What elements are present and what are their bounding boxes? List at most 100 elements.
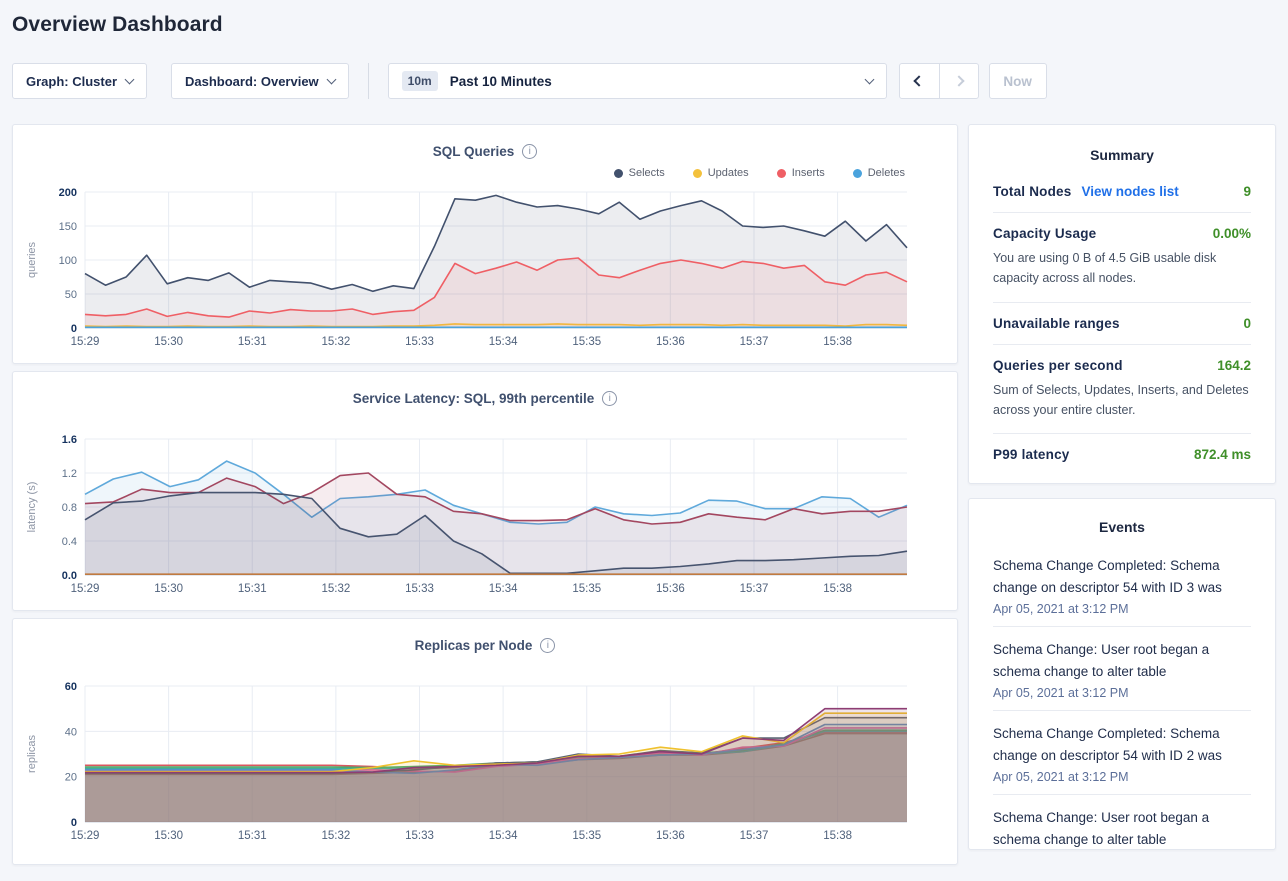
summary-row-queries-per-second: Queries per second 164.2 Sum of Selects,… <box>993 345 1251 435</box>
events-panel: Events Schema Change Completed: Schema c… <box>968 498 1276 850</box>
svg-text:0: 0 <box>71 817 77 829</box>
svg-text:40: 40 <box>65 726 77 738</box>
summary-note: Sum of Selects, Updates, Inserts, and De… <box>993 380 1251 421</box>
svg-text:15:38: 15:38 <box>823 336 852 348</box>
svg-text:15:32: 15:32 <box>321 336 350 348</box>
time-window-label: Past 10 Minutes <box>450 74 552 89</box>
svg-text:150: 150 <box>59 221 77 233</box>
time-pager <box>899 63 979 99</box>
graph-dropdown-label: Graph: Cluster <box>26 74 117 89</box>
info-icon[interactable] <box>522 144 537 159</box>
chart-header: SQL Queries <box>23 139 947 163</box>
replicas-per-node-chart-body: 15:2915:3015:3115:3215:3315:3415:3515:36… <box>23 678 947 850</box>
chart-header: Service Latency: SQL, 99th percentile <box>23 386 947 410</box>
dashboard-dropdown-label: Dashboard: Overview <box>185 74 319 89</box>
event-text: Schema Change: User root began a schema … <box>993 639 1251 683</box>
dashboard-dropdown[interactable]: Dashboard: Overview <box>171 63 349 99</box>
time-forward-button[interactable] <box>939 64 978 98</box>
events-title: Events <box>993 519 1251 535</box>
svg-text:15:29: 15:29 <box>71 830 100 842</box>
chart-title: Service Latency: SQL, 99th percentile <box>353 391 595 406</box>
event-timestamp: Apr 05, 2021 at 3:12 PM <box>993 602 1251 616</box>
now-button[interactable]: Now <box>989 63 1047 99</box>
sql-queries-chart-panel: SQL Queries SelectsUpdatesInsertsDeletes… <box>12 124 958 364</box>
page-title: Overview Dashboard <box>12 13 1276 37</box>
time-window-badge: 10m <box>402 71 438 91</box>
toolbar-divider <box>368 63 369 99</box>
info-icon[interactable] <box>540 638 555 653</box>
svg-text:15:36: 15:36 <box>656 336 685 348</box>
svg-text:0.8: 0.8 <box>62 502 77 514</box>
svg-text:15:31: 15:31 <box>238 830 267 842</box>
legend-item-inserts: Inserts <box>777 167 825 179</box>
event-item: Schema Change Completed: Schema change o… <box>993 711 1251 795</box>
svg-text:60: 60 <box>65 681 77 693</box>
chevron-down-icon <box>864 74 874 84</box>
time-back-button[interactable] <box>900 64 939 98</box>
svg-text:200: 200 <box>59 187 77 199</box>
summary-value: 0.00% <box>1213 226 1251 241</box>
summary-value: 9 <box>1243 184 1251 199</box>
summary-label: Queries per second <box>993 358 1123 373</box>
sql-queries-chart-body: 15:2915:3015:3115:3215:3315:3415:3515:36… <box>23 184 947 356</box>
legend-item-deletes: Deletes <box>853 167 905 179</box>
svg-text:15:32: 15:32 <box>321 583 350 595</box>
svg-text:15:35: 15:35 <box>572 336 601 348</box>
svg-text:15:29: 15:29 <box>71 336 100 348</box>
summary-note: You are using 0 B of 4.5 GiB usable disk… <box>993 248 1251 289</box>
summary-value: 164.2 <box>1217 358 1251 373</box>
svg-text:15:36: 15:36 <box>656 830 685 842</box>
svg-text:20: 20 <box>65 772 77 784</box>
service-latency-chart-panel: Service Latency: SQL, 99th percentile 15… <box>12 371 958 611</box>
svg-text:15:34: 15:34 <box>489 336 518 348</box>
summary-row-total-nodes: Total Nodes View nodes list 9 <box>993 171 1251 213</box>
legend-swatch <box>693 169 702 178</box>
event-text: Schema Change: User root began a schema … <box>993 807 1251 850</box>
summary-value: 872.4 ms <box>1194 447 1251 462</box>
svg-text:15:32: 15:32 <box>321 830 350 842</box>
svg-text:15:37: 15:37 <box>740 830 769 842</box>
summary-label: Unavailable ranges <box>993 316 1120 331</box>
summary-row-p99-latency: P99 latency 872.4 ms <box>993 434 1251 475</box>
summary-label: Total Nodes <box>993 184 1071 199</box>
svg-text:15:33: 15:33 <box>405 583 434 595</box>
event-item: Schema Change: User root began a schema … <box>993 627 1251 711</box>
chevron-down-icon <box>125 74 135 84</box>
svg-text:15:34: 15:34 <box>489 830 518 842</box>
summary-label: P99 latency <box>993 447 1070 462</box>
svg-text:1.6: 1.6 <box>62 434 77 446</box>
info-icon[interactable] <box>602 391 617 406</box>
svg-text:15:30: 15:30 <box>154 336 183 348</box>
sql-queries-plot[interactable]: 15:2915:3015:3115:3215:3315:3415:3515:36… <box>23 184 947 356</box>
svg-text:15:38: 15:38 <box>823 830 852 842</box>
event-item: Schema Change: User root began a schema … <box>993 795 1251 850</box>
chart-title: Replicas per Node <box>415 638 533 653</box>
legend-item-selects: Selects <box>614 167 665 179</box>
svg-text:0: 0 <box>71 323 77 335</box>
charts-column: SQL Queries SelectsUpdatesInsertsDeletes… <box>12 124 958 865</box>
svg-text:15:34: 15:34 <box>489 583 518 595</box>
dashboard-content: SQL Queries SelectsUpdatesInsertsDeletes… <box>12 124 1276 865</box>
view-nodes-list-link[interactable]: View nodes list <box>1081 184 1178 199</box>
svg-text:100: 100 <box>59 255 77 267</box>
legend-swatch <box>614 169 623 178</box>
chevron-right-icon <box>953 75 964 86</box>
replicas-per-node-plot[interactable]: 15:2915:3015:3115:3215:3315:3415:3515:36… <box>23 678 947 850</box>
summary-panel: Summary Total Nodes View nodes list 9 Ca… <box>968 124 1276 484</box>
svg-text:15:38: 15:38 <box>823 583 852 595</box>
summary-label: Capacity Usage <box>993 226 1096 241</box>
summary-title: Summary <box>993 147 1251 163</box>
chart-header: Replicas per Node <box>23 633 947 657</box>
svg-text:15:30: 15:30 <box>154 583 183 595</box>
chart-legend: SelectsUpdatesInsertsDeletes <box>23 163 947 183</box>
graph-dropdown[interactable]: Graph: Cluster <box>12 63 147 99</box>
svg-text:15:35: 15:35 <box>572 583 601 595</box>
time-window-picker[interactable]: 10m Past 10 Minutes <box>388 63 887 99</box>
service-latency-plot[interactable]: 15:2915:3015:3115:3215:3315:3415:3515:36… <box>23 431 947 603</box>
svg-text:15:33: 15:33 <box>405 830 434 842</box>
legend-swatch <box>777 169 786 178</box>
svg-text:15:30: 15:30 <box>154 830 183 842</box>
event-item: Schema Change Completed: Schema change o… <box>993 543 1251 627</box>
svg-text:15:37: 15:37 <box>740 583 769 595</box>
legend-swatch <box>853 169 862 178</box>
